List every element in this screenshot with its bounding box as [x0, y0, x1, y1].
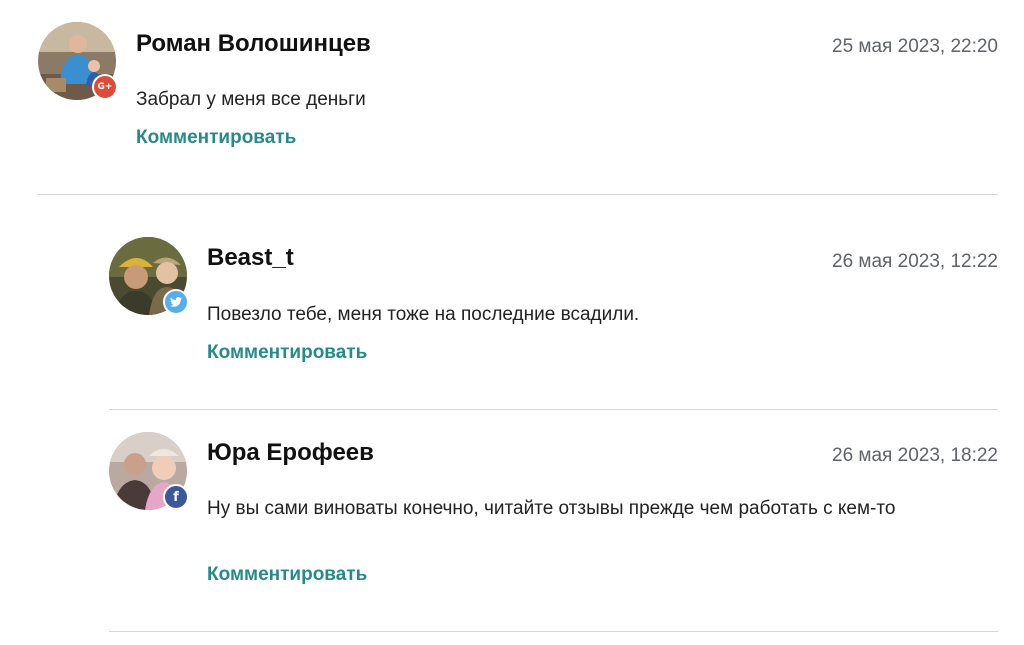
comment-date: 26 мая 2023, 12:22	[832, 251, 998, 272]
avatar[interactable]: G+	[38, 22, 118, 100]
comment-item: G+ Роман Волошинцев 25 мая 2023, 22:20 З…	[38, 0, 998, 195]
comment-text: Ну вы сами виноваты конечно, читайте отз…	[207, 498, 896, 519]
comments-list: G+ Роман Волошинцев 25 мая 2023, 22:20 З…	[0, 0, 1024, 645]
comment-reply-link[interactable]: Комментировать	[136, 127, 296, 149]
comment-date: 25 мая 2023, 22:20	[832, 36, 998, 57]
comment-item: f Юра Ерофеев 26 мая 2023, 18:22 Ну вы с…	[109, 409, 998, 632]
comment-reply-link[interactable]: Комментировать	[207, 564, 367, 586]
comment-text: Повезло тебе, меня тоже на последние вса…	[207, 304, 640, 325]
google-plus-icon: G+	[92, 74, 118, 100]
facebook-icon: f	[163, 484, 189, 510]
comment-text: Забрал у меня все деньги	[136, 89, 366, 110]
comment-date: 26 мая 2023, 18:22	[832, 445, 998, 466]
twitter-bird-icon	[170, 297, 182, 307]
comment-item: Beast_t 26 мая 2023, 12:22 Повезло тебе,…	[109, 194, 998, 410]
comment-author: Роман Волошинцев	[136, 30, 371, 57]
avatar[interactable]: f	[109, 432, 189, 510]
comment-reply-link[interactable]: Комментировать	[207, 342, 367, 364]
twitter-icon	[163, 289, 189, 315]
comment-author: Beast_t	[207, 244, 294, 271]
avatar[interactable]	[109, 237, 189, 315]
comment-author: Юра Ерофеев	[207, 439, 374, 466]
